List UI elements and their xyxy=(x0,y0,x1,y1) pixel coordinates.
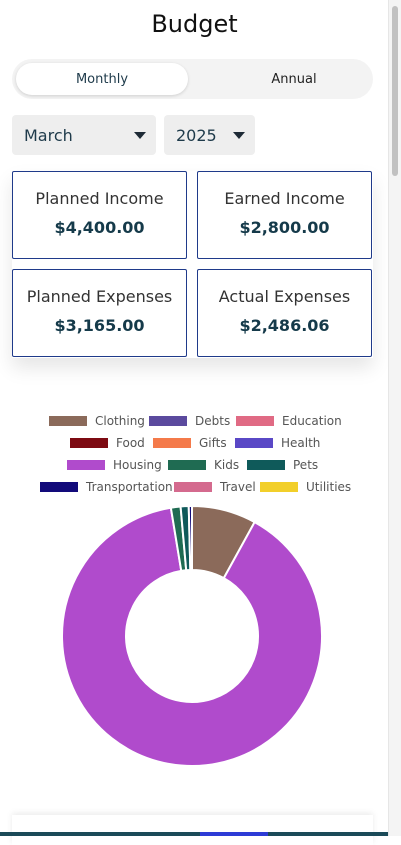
earned-income-amount: $2,800.00 xyxy=(239,218,330,237)
legend-swatch xyxy=(40,482,78,492)
legend-item[interactable]: Debts xyxy=(149,414,230,428)
legend-item[interactable]: Health xyxy=(235,436,320,450)
planned-income-amount: $4,400.00 xyxy=(54,218,145,237)
legend-label: Utilities xyxy=(306,480,352,494)
actual-expenses-card: Actual Expenses $2,486.06 xyxy=(197,269,372,357)
month-select[interactable]: March xyxy=(12,115,156,155)
page-scrollbar[interactable] xyxy=(388,0,401,836)
legend-swatch xyxy=(67,460,105,470)
legend-item[interactable]: Transportation xyxy=(40,480,173,494)
legend-swatch xyxy=(236,416,274,426)
legend-swatch xyxy=(49,416,87,426)
earned-income-card: Earned Income $2,800.00 xyxy=(197,171,372,259)
planned-expenses-card: Planned Expenses $3,165.00 xyxy=(12,269,187,357)
chevron-down-icon xyxy=(233,132,245,139)
legend-item[interactable]: Gifts xyxy=(153,436,227,450)
actual-expenses-label: Actual Expenses xyxy=(218,287,351,306)
legend-swatch xyxy=(168,460,206,470)
legend-label: Housing xyxy=(113,458,162,472)
donut-slices xyxy=(61,504,323,767)
year-select[interactable]: 2025 xyxy=(164,115,255,155)
bottom-card xyxy=(12,815,373,845)
planned-expenses-amount: $3,165.00 xyxy=(54,316,145,335)
legend-item[interactable]: Education xyxy=(236,414,342,428)
year-value: 2025 xyxy=(176,125,217,145)
legend-label: Travel xyxy=(220,480,256,494)
tab-monthly[interactable]: Monthly xyxy=(16,63,188,95)
legend-swatch xyxy=(260,482,298,492)
legend-item[interactable]: Clothing xyxy=(49,414,145,428)
legend-label: Pets xyxy=(293,458,319,472)
legend-swatch xyxy=(235,438,273,448)
legend-swatch xyxy=(174,482,212,492)
bottom-bar xyxy=(0,832,389,836)
legend-label: Clothing xyxy=(95,414,145,428)
legend-item[interactable]: Kids xyxy=(168,458,239,472)
scrollbar-thumb[interactable] xyxy=(392,6,398,176)
actual-expenses-amount: $2,486.06 xyxy=(239,316,330,335)
planned-expenses-label: Planned Expenses xyxy=(26,287,173,306)
legend-label: Health xyxy=(281,436,321,450)
legend-swatch xyxy=(149,416,187,426)
legend-swatch xyxy=(70,438,108,448)
expense-donut-chart xyxy=(61,504,323,767)
legend-label: Debts xyxy=(195,414,231,428)
view-toggle: Monthly Annual xyxy=(12,59,373,99)
legend-item[interactable]: Utilities xyxy=(260,480,351,494)
month-value: March xyxy=(24,125,73,145)
legend-item[interactable]: Pets xyxy=(247,458,318,472)
legend-label: Kids xyxy=(214,458,240,472)
planned-income-card: Planned Income $4,400.00 xyxy=(12,171,187,259)
page-title: Budget xyxy=(151,10,238,38)
legend-item[interactable]: Housing xyxy=(67,458,162,472)
legend-label: Education xyxy=(282,414,342,428)
chevron-down-icon xyxy=(134,132,146,139)
legend-label: Gifts xyxy=(199,436,227,450)
earned-income-label: Earned Income xyxy=(224,189,345,208)
legend-item[interactable]: Travel xyxy=(174,480,256,494)
legend-item[interactable]: Food xyxy=(70,436,145,450)
legend-swatch xyxy=(247,460,285,470)
legend-label: Food xyxy=(116,436,145,450)
planned-income-label: Planned Income xyxy=(35,189,164,208)
tab-annual[interactable]: Annual xyxy=(208,63,380,95)
legend-swatch xyxy=(153,438,191,448)
legend-label: Transportation xyxy=(86,480,173,494)
bottom-bar-accent xyxy=(200,832,268,836)
budget-page: Budget Monthly Annual March 2025 Planned… xyxy=(0,0,389,845)
donut-slice-transportation[interactable] xyxy=(187,504,193,572)
